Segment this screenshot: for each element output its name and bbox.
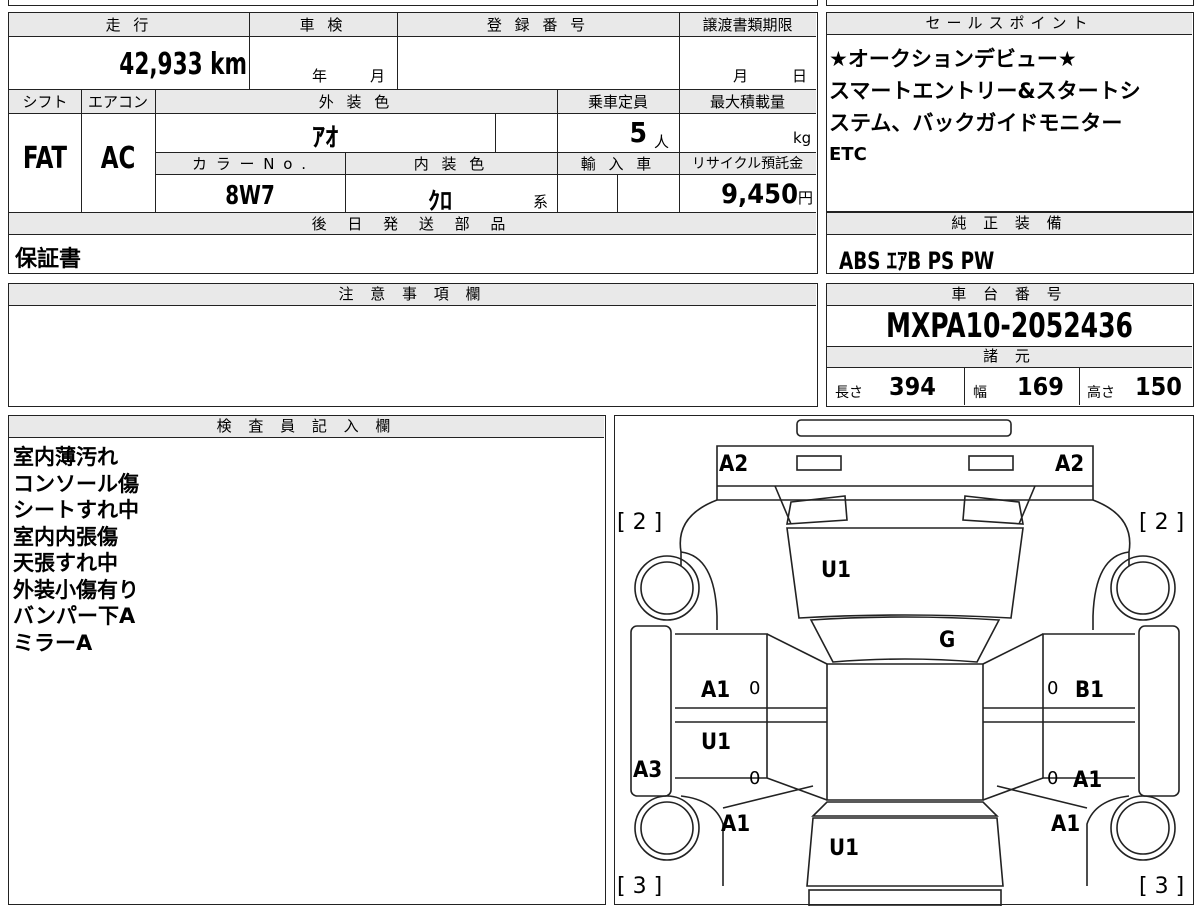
height-value: 150 [1135,372,1182,401]
vehicle-info-table: 走 行 車 検 登 録 番 号 譲渡書類期限 42,933 km 年 月 月 日… [8,12,818,274]
sales-point-line: ETC [829,144,867,165]
notes-panel: 注 意 事 項 欄 [8,283,818,407]
mark-left-rear-door: U1 [701,730,731,755]
door-zero-rf: 0 [1047,678,1059,699]
door-zero-lf: 0 [749,678,761,699]
front-right-wheel [1110,555,1176,621]
mark-roof-rear: U1 [829,836,859,861]
mileage-value: 42,933 km [105,47,247,82]
inspector-remark: コンソール傷 [13,471,139,496]
length-value: 394 [889,372,936,401]
top-edge-fragment [8,0,818,6]
inspector-label: 検 査 員 記 入 欄 [9,416,604,438]
chassis-label: 車 台 番 号 [827,284,1192,306]
mark-windshield: G [939,628,956,653]
shift-value: FAT [22,141,68,176]
recycle-label: リサイクル預託金 [691,156,804,172]
max-load-unit: kg [793,129,812,147]
inspector-remark: ミラーA [13,630,93,655]
inspector-remark: 外装小傷有り [13,577,139,602]
width-value: 169 [1017,372,1064,401]
height-label: 高さ [1087,385,1115,401]
rear-right-wheel [1110,795,1176,861]
chassis-number: MXPA10-2052436 [885,306,1134,346]
shift-label: シフト [22,93,68,111]
interior-color-label: 内 装 色 [413,155,489,173]
tire-front-left: [ 2 ] [617,510,663,535]
width-label: 幅 [973,385,987,401]
door-zero-lr: 0 [749,768,761,789]
tire-front-right: [ 2 ] [1139,510,1185,535]
mark-right-rear-door: A1 [1073,768,1103,793]
length-label: 長さ [835,385,863,401]
deadline-day-unit: 日 [792,67,808,85]
sales-point-lines: ★オークションデビュー★ スマートエントリー&スタートシ ステム、バックガイドモ… [829,43,1189,171]
inspector-remark: バンパー下A [13,604,136,628]
inspector-remark: シートすれ中 [13,498,139,522]
inspection-label: 車 検 [299,16,347,34]
sales-point-line: ステム、バックガイドモニター [829,111,1123,135]
interior-color-value: ｸﾛ [428,187,452,215]
mark-right-front-door: B1 [1075,678,1104,703]
max-load-label: 最大積載量 [709,93,785,111]
mark-right-rear-fender: A1 [1051,812,1081,837]
inspection-month-unit: 月 [370,67,386,85]
later-parts-label: 後 日 発 送 部 品 [311,215,514,233]
sales-point-label: セールスポイント [827,13,1192,35]
inspection-year-unit: 年 [312,67,328,85]
interior-suffix: 系 [533,193,549,211]
deadline-month-unit: 月 [733,67,749,85]
genuine-equipment-panel: 純 正 装 備 ABS ｴｱB PS PW [826,212,1194,275]
sales-point-line: スマートエントリー&スタートシ [829,79,1141,103]
capacity-unit: 人 [654,133,670,151]
mark-left-rear-fender: A1 [721,812,751,837]
capacity-value: 5 [629,116,647,149]
front-left-wheel [634,555,700,621]
tire-rear-right: [ 3 ] [1139,874,1185,899]
tire-rear-left: [ 3 ] [617,874,663,899]
sales-point-panel: セールスポイント ★オークションデビュー★ スマートエントリー&スタートシ ステ… [826,12,1194,212]
inspector-remarks-list: 室内薄汚れ コンソール傷 シートすれ中 室内内張傷 天張すれ中 外装小傷有り バ… [13,444,139,656]
chassis-panel: 車 台 番 号 MXPA10-2052436 諸 元 長さ 394 幅 169 … [826,283,1194,407]
inspector-remark: 天張すれ中 [13,551,118,575]
capacity-label: 乗車定員 [587,93,648,111]
top-edge-fragment-right [826,0,1194,6]
color-no-value: 8W7 [225,181,275,211]
exterior-color-value: ｱｵ [311,123,338,153]
aircon-label: エアコン [87,93,148,111]
mark-left-rocker: A3 [633,758,663,783]
inspector-panel: 検 査 員 記 入 欄 室内薄汚れ コンソール傷 シートすれ中 室内内張傷 天張… [8,415,606,905]
inspector-remark: 室内薄汚れ [13,445,118,469]
sales-point-line: ★オークションデビュー★ [829,47,1077,71]
notes-label: 注 意 事 項 欄 [9,284,816,306]
import-label: 輸 入 車 [580,155,656,173]
specs-label: 諸 元 [827,346,1192,368]
mileage-number: 42,933 [119,47,203,82]
genuine-equipment-value: ABS ｴｱB PS PW [839,247,995,275]
mark-top-right: A2 [1055,452,1085,477]
later-parts-value: 保証書 [15,247,82,272]
registration-label: 登 録 番 号 [486,16,590,34]
transfer-deadline-label: 譲渡書類期限 [702,16,793,34]
genuine-equipment-label: 純 正 装 備 [827,213,1192,235]
recycle-fee-unit: 円 [797,189,813,207]
door-zero-rr: 0 [1047,768,1059,789]
car-diagram-panel: A2 A2 U1 G A1 0 B1 0 U1 0 A3 A1 0 A1 A1 … [614,415,1194,906]
color-no-label: カ ラ ー N o . [191,155,308,173]
mark-left-front-door: A1 [701,678,731,703]
mileage-label: 走 行 [105,16,153,34]
mark-hood: U1 [821,558,851,583]
mileage-unit: km [210,47,247,82]
aircon-value: AC [100,141,136,176]
car-diagram [630,419,1180,906]
mark-top-left: A2 [719,452,749,477]
recycle-fee-number: 9,450 [721,179,798,210]
inspector-remark: 室内内張傷 [13,524,118,549]
exterior-color-label: 外 装 色 [318,93,394,111]
recycle-fee-value: 9,450円 [679,179,813,210]
rear-left-wheel [634,795,700,861]
